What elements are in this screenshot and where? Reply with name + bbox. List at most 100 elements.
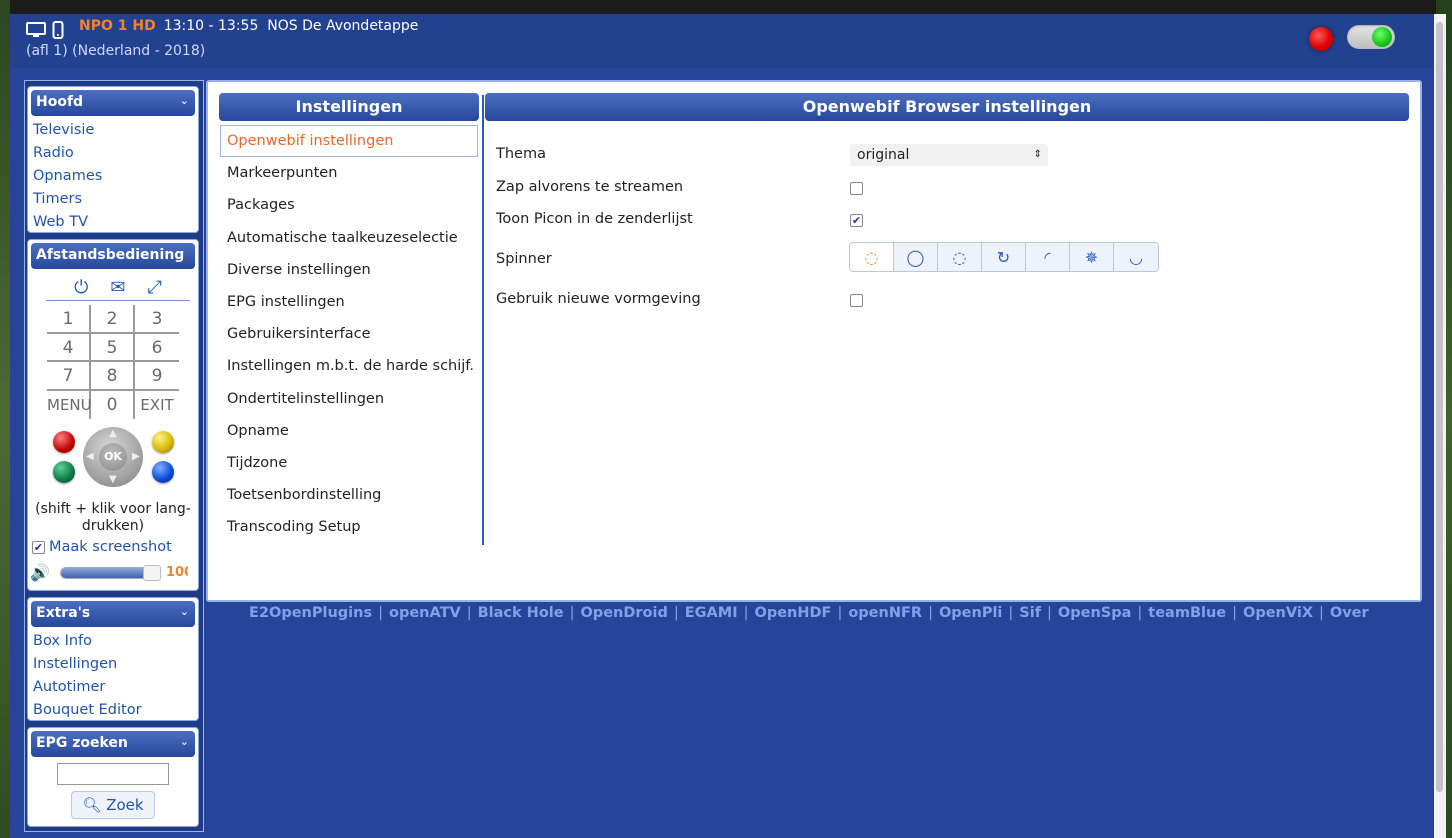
footer-link-e2openplugins[interactable]: E2OpenPlugins [249, 605, 372, 621]
footer-link-openpli[interactable]: OpenPli [939, 605, 1002, 621]
nav-bouquet-editor[interactable]: Bouquet Editor [28, 699, 198, 722]
menu-packages[interactable]: Packages [220, 189, 478, 221]
volume-thumb[interactable] [143, 564, 161, 581]
zap-checkbox[interactable] [850, 182, 863, 195]
arrow-left-icon[interactable]: ◀ [86, 451, 94, 462]
nav-box-info[interactable]: Box Info [28, 630, 198, 653]
footer-link-black-hole[interactable]: Black Hole [478, 605, 564, 621]
extras-header[interactable]: Extra's ⌄ [31, 601, 195, 627]
nav-webtv[interactable]: Web TV [28, 211, 198, 234]
chevron-down-icon[interactable]: ⌄ [180, 605, 189, 618]
nav-opnames[interactable]: Opnames [28, 165, 198, 188]
footer-link-opennfr[interactable]: openNFR [848, 605, 922, 621]
blue-button[interactable] [152, 461, 174, 483]
menu-markeerpunten[interactable]: Markeerpunten [220, 157, 478, 189]
remote-top-icons: ⏻ ✉ ⤢ [46, 275, 190, 301]
footer-link-teamblue[interactable]: teamBlue [1148, 605, 1226, 621]
key-9[interactable]: 9 [135, 362, 179, 391]
scrollbar-thumb[interactable] [1436, 22, 1443, 792]
footer-link-egami[interactable]: EGAMI [685, 605, 738, 621]
phone-icon[interactable] [52, 21, 64, 39]
nav-instellingen[interactable]: Instellingen [28, 653, 198, 676]
header-icons [26, 21, 64, 39]
key-4[interactable]: 4 [47, 333, 91, 362]
ok-button[interactable]: OK [99, 443, 127, 471]
nav-radio[interactable]: Radio [28, 142, 198, 165]
footer-link-openhdf[interactable]: OpenHDF [755, 605, 832, 621]
menu-epg[interactable]: EPG instellingen [220, 286, 478, 318]
footer-link-openspa[interactable]: OpenSpa [1058, 605, 1131, 621]
menu-tijdzone[interactable]: Tijdzone [220, 447, 478, 479]
nav-autotimer[interactable]: Autotimer [28, 676, 198, 699]
screenshot-option[interactable]: ✔ Maak screenshot [28, 535, 198, 555]
key-1[interactable]: 1 [47, 305, 91, 334]
key-menu[interactable]: MENU [47, 390, 92, 419]
fullscreen-icon[interactable]: ⤢ [147, 277, 161, 298]
key-8[interactable]: 8 [91, 362, 135, 391]
footer-link-openatv[interactable]: openATV [389, 605, 461, 621]
direction-pad[interactable]: ▲ ▼ ◀ ▶ OK [83, 427, 143, 487]
vormgeving-label: Gebruik nieuwe vormgeving [496, 291, 701, 307]
nav-timers[interactable]: Timers [28, 188, 198, 211]
footer-link-sif[interactable]: Sif [1019, 605, 1041, 621]
spinner-option-7[interactable]: ◡ [1114, 243, 1158, 271]
red-button[interactable] [53, 431, 75, 453]
message-icon[interactable]: ✉ [110, 277, 125, 298]
arrow-down-icon[interactable]: ▼ [109, 474, 117, 485]
screenshot-checkbox[interactable]: ✔ [32, 540, 45, 554]
spinner-option-3[interactable]: ◌ [938, 243, 982, 271]
green-button[interactable] [53, 461, 75, 483]
spinner-option-5[interactable]: ◜ [1026, 243, 1070, 271]
picon-checkbox[interactable]: ✔ [850, 214, 863, 227]
key-2[interactable]: 2 [91, 305, 135, 334]
thema-select[interactable]: original ⇕ [850, 144, 1048, 166]
recording-indicator-icon[interactable] [1309, 27, 1333, 51]
menu-taalkeuze[interactable]: Automatische taalkeuzeselectie [220, 222, 478, 254]
spinner-2-icon: ◯ [906, 247, 925, 267]
menu-gebruikersinterface[interactable]: Gebruikersinterface [220, 318, 478, 350]
spinner-option-6[interactable]: ✵ [1070, 243, 1114, 271]
epg-search-button[interactable]: 🔍︎ Zoek [71, 791, 155, 819]
vormgeving-checkbox[interactable] [850, 294, 863, 307]
footer-link-opendroid[interactable]: OpenDroid [580, 605, 667, 621]
menu-toetsenbord[interactable]: Toetsenbordinstelling [220, 479, 478, 511]
key-6[interactable]: 6 [135, 334, 179, 362]
spinner-option-4[interactable]: ↻ [982, 243, 1026, 271]
power-icon[interactable]: ⏻ [74, 277, 88, 298]
menu-openwebif[interactable]: Openwebif instellingen [220, 125, 478, 158]
nav-televisie[interactable]: Televisie [28, 119, 198, 142]
spinner-option-1[interactable]: ◌ [850, 243, 894, 271]
arrow-right-icon[interactable]: ▶ [132, 451, 140, 462]
menu-opname[interactable]: Opname [220, 415, 478, 447]
key-exit[interactable]: EXIT [135, 391, 179, 420]
footer-separator: | [743, 605, 749, 621]
panel-divider [482, 95, 484, 545]
power-toggle[interactable] [1347, 25, 1395, 49]
channel-name[interactable]: NPO 1 HD [79, 18, 156, 34]
key-7[interactable]: 7 [47, 362, 91, 391]
key-3[interactable]: 3 [135, 305, 179, 334]
menu-ondertitel[interactable]: Ondertitelinstellingen [220, 383, 478, 415]
arrow-up-icon[interactable]: ▲ [109, 428, 117, 439]
screenshot-label[interactable]: Maak screenshot [49, 539, 172, 555]
yellow-button[interactable] [152, 431, 174, 453]
epg-search-input[interactable] [57, 763, 169, 785]
footer-link-openvix[interactable]: OpenViX [1243, 605, 1313, 621]
key-0[interactable]: 0 [91, 390, 135, 419]
main-menu-header[interactable]: Hoofd ⌄ [31, 90, 195, 116]
page-scrollbar[interactable] [1434, 14, 1446, 838]
spinner-option-2[interactable]: ◯ [894, 243, 938, 271]
chevron-down-icon[interactable]: ⌄ [180, 94, 189, 107]
program-title[interactable]: NOS De Avondetappe [267, 18, 418, 34]
menu-transcoding[interactable]: Transcoding Setup [220, 511, 478, 543]
speaker-icon[interactable]: 🔊 [30, 563, 54, 582]
menu-diverse[interactable]: Diverse instellingen [220, 254, 478, 286]
search-icon: 🔍︎ [82, 796, 102, 814]
menu-harde-schijf[interactable]: Instellingen m.b.t. de harde schijf. [220, 350, 478, 382]
footer-link-over[interactable]: Over [1330, 605, 1369, 621]
tv-icon[interactable] [26, 22, 46, 38]
chevron-down-icon[interactable]: ⌄ [180, 735, 189, 748]
volume-slider[interactable] [60, 564, 161, 581]
key-5[interactable]: 5 [91, 333, 135, 362]
epg-header[interactable]: EPG zoeken ⌄ [31, 731, 195, 757]
